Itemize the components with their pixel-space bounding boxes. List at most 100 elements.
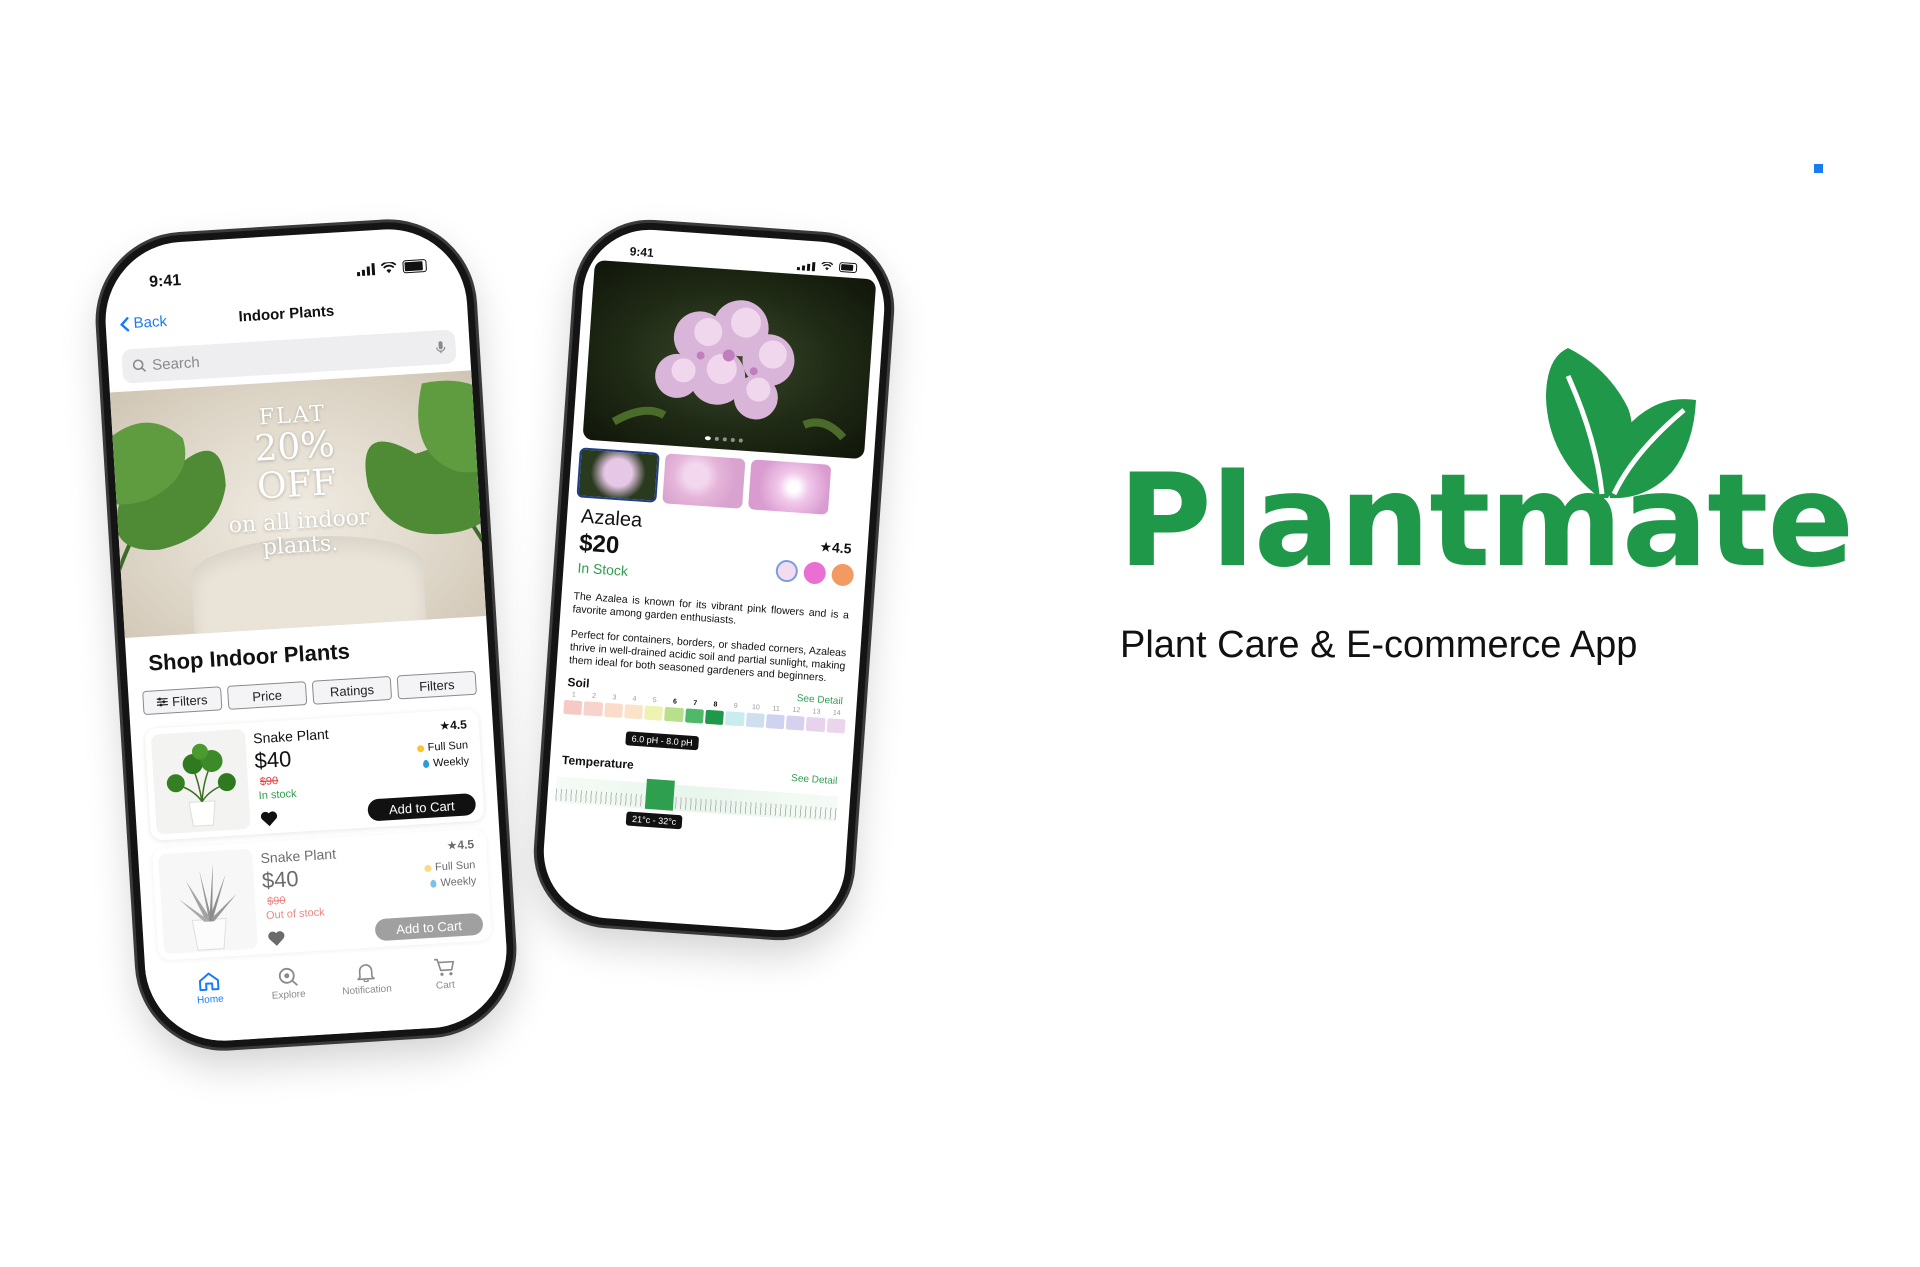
add-to-cart-button[interactable]: Add to Cart	[374, 912, 484, 942]
search-icon	[132, 359, 147, 372]
ph-color-bar	[745, 712, 765, 728]
product-rating: ★4.5	[438, 717, 468, 734]
ph-cell-4: 4	[623, 695, 644, 720]
sun-requirement: Full Sun	[423, 859, 476, 874]
filter-chip-filters-2[interactable]: Filters	[396, 670, 477, 700]
rating-value: 4.5	[831, 539, 853, 557]
product-name: Azalea	[580, 505, 643, 532]
soil-see-detail-link[interactable]: See Detail	[796, 693, 843, 707]
product-price: $20	[578, 529, 621, 560]
sun-icon	[423, 864, 432, 872]
ph-cell-11: 11	[765, 705, 786, 730]
water-requirement: Weekly	[422, 755, 470, 770]
status-time: 9:41	[629, 244, 655, 260]
status-icons	[796, 258, 858, 274]
tab-home[interactable]: Home	[179, 970, 243, 1044]
temperature-ticks	[555, 788, 838, 821]
tab-label: Cart	[435, 979, 456, 992]
ph-number: 10	[751, 703, 760, 712]
product-description-2: Perfect for containers, borders, or shad…	[568, 627, 847, 684]
water-drop-icon	[430, 879, 437, 888]
tab-explore[interactable]: Explore	[257, 965, 321, 1039]
heart-icon[interactable]	[260, 809, 279, 828]
ph-number: 3	[612, 694, 617, 702]
ph-color-bar	[583, 701, 603, 717]
ph-color-bar	[603, 702, 623, 718]
microphone-icon[interactable]	[435, 340, 446, 355]
tab-cart[interactable]: Cart	[414, 955, 478, 1029]
temperature-label: Temperature	[561, 752, 635, 772]
temperature-range-marker[interactable]	[644, 778, 675, 811]
sun-requirement: Full Sun	[416, 739, 468, 754]
ph-cell-1: 1	[563, 691, 583, 716]
water-label: Weekly	[432, 755, 470, 770]
ph-color-bar	[725, 711, 745, 727]
stock-status: In stock	[258, 787, 297, 803]
ph-cell-14: 14	[826, 709, 846, 734]
tab-bar: Home Explore Notification Cart	[144, 943, 512, 1046]
ph-cell-2: 2	[583, 692, 604, 717]
product-card[interactable]: Snake Plant $40 $90 Out of stock ★4.5 Fu…	[151, 828, 492, 961]
water-drop-icon	[422, 759, 430, 769]
promo-banner[interactable]: FLAT 20% OFF on all indoor plants.	[109, 370, 487, 639]
color-swatch-orange[interactable]	[830, 563, 855, 587]
chip-label: Filters	[418, 676, 455, 694]
chip-label: Price	[251, 687, 283, 704]
ph-cell-7: 7	[684, 699, 705, 724]
thumbnail-2[interactable]	[662, 453, 746, 509]
temperature-range-label: 21°c - 32°c	[625, 811, 683, 830]
ph-cell-5: 5	[644, 697, 664, 721]
filter-chip-filters[interactable]: Filters	[142, 686, 223, 716]
sun-label: Full Sun	[434, 859, 476, 874]
home-icon	[199, 972, 220, 992]
ph-color-bar	[806, 716, 826, 733]
tab-label: Home	[196, 993, 225, 1007]
thumbnail-3[interactable]	[748, 459, 832, 515]
filter-chip-price[interactable]: Price	[226, 681, 308, 710]
brand-wordmark: Plantmate	[1118, 447, 1854, 596]
ph-number: 5	[652, 697, 657, 705]
status-icons	[356, 258, 428, 276]
product-old-price: $90	[266, 894, 286, 908]
battery-icon	[402, 258, 428, 274]
color-swatch-pink[interactable]	[802, 561, 827, 585]
ph-cell-9: 9	[725, 702, 745, 727]
product-card[interactable]: Snake Plant $40 $90 In stock ★4.5 Full S…	[144, 708, 485, 841]
water-label: Weekly	[440, 875, 477, 890]
water-requirement: Weekly	[430, 875, 477, 890]
add-to-cart-button[interactable]: Add to Cart	[367, 792, 477, 822]
ph-range-label: 6.0 pH - 8.0 pH	[625, 731, 700, 751]
product-rating: ★4.5	[819, 538, 853, 557]
chip-label: Ratings	[329, 681, 375, 700]
color-swatch-light-pink[interactable]	[775, 559, 799, 583]
ph-number: 2	[591, 692, 597, 701]
ph-number: 4	[632, 695, 637, 703]
ph-cell-12: 12	[785, 706, 806, 731]
sun-icon	[416, 744, 424, 752]
azalea-flower-image	[611, 300, 847, 441]
ph-number: 13	[812, 708, 821, 716]
stock-status: Out of stock	[265, 906, 326, 922]
ph-cell-3: 3	[603, 694, 624, 718]
heart-icon[interactable]	[267, 929, 286, 948]
page-title: Indoor Plants	[238, 302, 335, 326]
status-bar: 9:41	[103, 255, 466, 299]
accent-dot	[1814, 164, 1823, 173]
search-placeholder: Search	[151, 353, 201, 374]
ph-cell-13: 13	[806, 708, 826, 733]
tab-notification[interactable]: Notification	[335, 960, 399, 1034]
ph-number: 12	[792, 706, 801, 715]
wifi-icon	[380, 261, 397, 273]
filter-chip-ratings[interactable]: Ratings	[311, 675, 393, 705]
battery-icon	[838, 261, 858, 274]
product-name: Snake Plant	[260, 845, 337, 867]
cellular-signal-icon	[356, 262, 376, 276]
ph-number: 7	[692, 699, 698, 708]
temperature-see-detail-link[interactable]: See Detail	[791, 773, 838, 787]
ph-number: 8	[713, 701, 718, 709]
thumbnail-1[interactable]	[576, 447, 660, 503]
product-name: Snake Plant	[252, 725, 330, 747]
product-hero-image[interactable]	[582, 259, 877, 460]
filter-chips: Filters Price Ratings Filters	[142, 670, 477, 716]
wifi-icon	[821, 261, 834, 270]
